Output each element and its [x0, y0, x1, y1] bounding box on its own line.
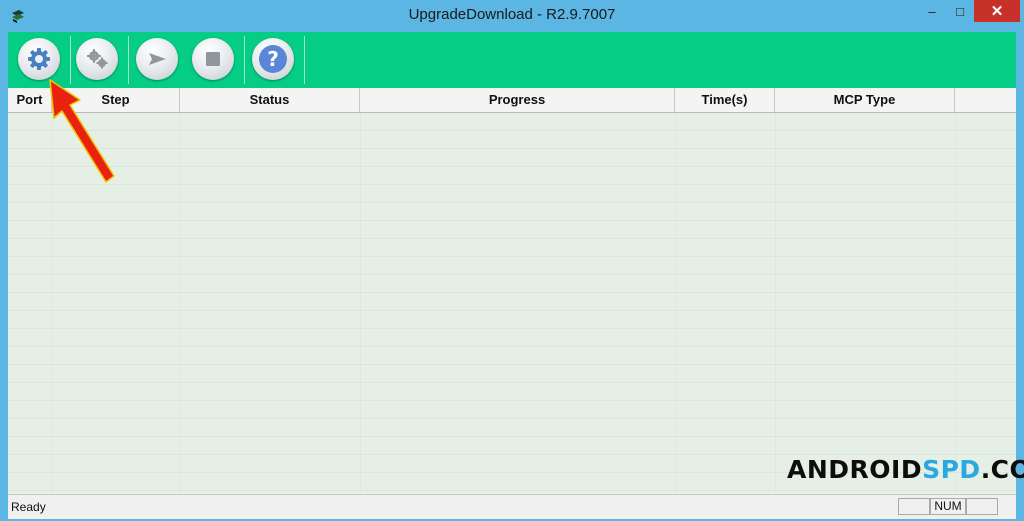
column-divider: [675, 113, 676, 493]
column-header-time[interactable]: Time(s): [675, 88, 775, 112]
toolbar-separator: [70, 36, 71, 84]
help-button[interactable]: ?: [252, 38, 294, 80]
status-bar: Ready NUM: [8, 494, 1016, 519]
start-button[interactable]: [136, 38, 178, 80]
maximize-icon: □: [956, 3, 964, 19]
minimize-icon: –: [928, 3, 936, 19]
title-bar: UpgradeDownload - R2.9.7007 – □ ✕: [0, 0, 1024, 32]
stop-square-icon: [202, 48, 224, 70]
app-window: UpgradeDownload - R2.9.7007 – □ ✕ ? Port…: [0, 0, 1024, 521]
column-divider: [360, 113, 361, 493]
close-button[interactable]: ✕: [974, 0, 1020, 22]
column-header-progress[interactable]: Progress: [360, 88, 675, 112]
toolbar-separator: [128, 36, 129, 84]
multi-gear-icon: [84, 46, 110, 72]
status-pane-1: [898, 498, 930, 515]
window-title: UpgradeDownload - R2.9.7007: [408, 6, 616, 23]
toolbar-separator: [244, 36, 245, 84]
status-text: Ready: [11, 500, 46, 514]
close-icon: ✕: [990, 3, 1004, 20]
settings-gear-icon: [26, 46, 52, 72]
column-header-empty: [955, 88, 1016, 112]
device-list[interactable]: [8, 113, 1016, 493]
watermark-part-2: SPD: [922, 455, 981, 484]
minimize-button[interactable]: –: [918, 0, 946, 22]
watermark-part-3: .COM: [980, 455, 1024, 484]
stop-button[interactable]: [192, 38, 234, 80]
column-divider: [180, 113, 181, 493]
watermark-logo: ANDROIDSPD.COM: [787, 456, 1024, 484]
status-pane-3: [966, 498, 998, 515]
help-question-icon: ?: [259, 45, 287, 73]
list-header: Port Step Status Progress Time(s) MCP Ty…: [8, 88, 1016, 113]
column-divider: [775, 113, 776, 493]
multi-settings-button[interactable]: [76, 38, 118, 80]
red-arrow-annotation: [49, 79, 115, 183]
column-divider: [955, 113, 956, 493]
maximize-button[interactable]: □: [946, 0, 974, 22]
toolbar: ?: [8, 32, 1016, 88]
toolbar-separator: [304, 36, 305, 84]
column-header-mcp-type[interactable]: MCP Type: [775, 88, 955, 112]
status-pane-num: NUM: [930, 498, 966, 515]
column-header-port[interactable]: Port: [8, 88, 52, 112]
column-header-status[interactable]: Status: [180, 88, 360, 112]
watermark-part-1: ANDROID: [787, 455, 923, 484]
client-area: ? Port Step Status Progress Time(s) MCP …: [8, 32, 1016, 519]
play-arrow-icon: [145, 47, 169, 71]
settings-button[interactable]: [18, 38, 60, 80]
